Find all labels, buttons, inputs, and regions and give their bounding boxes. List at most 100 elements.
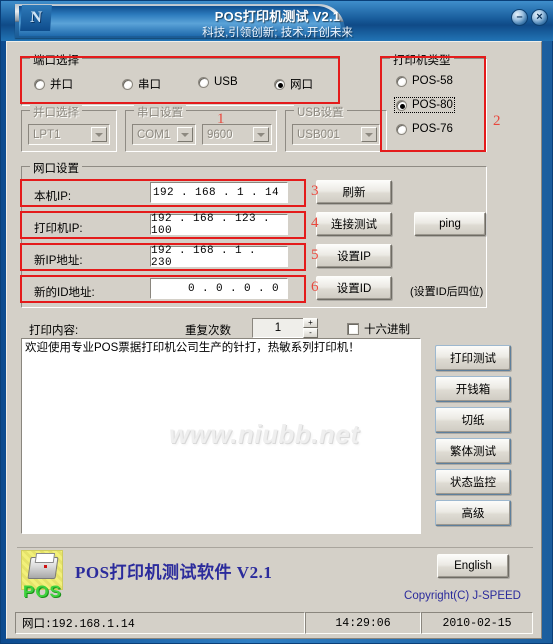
- serial-port-value: COM1: [137, 128, 171, 141]
- copyright-text: Copyright(C) J-SPEED: [404, 590, 521, 602]
- print-content-text: 欢迎使用专业POS票据打印机公司生产的针打，热敏系列打印机！: [25, 342, 360, 354]
- parallel-port-value: LPT1: [33, 128, 61, 141]
- advanced-button[interactable]: 高级: [435, 500, 511, 526]
- usb-group: USB设置 USB001: [285, 104, 387, 152]
- parallel-port-group: 并口选择 LPT1: [21, 104, 117, 152]
- serial-port-group: 串口设置 COM1 9600: [125, 104, 277, 152]
- cut-paper-button[interactable]: 切纸: [435, 407, 511, 433]
- connection-test-button[interactable]: 连接测试: [316, 212, 392, 236]
- radio-icon: [396, 123, 407, 135]
- repeat-count-input[interactable]: 1: [252, 318, 304, 338]
- traditional-chinese-test-button[interactable]: 繁体测试: [435, 438, 511, 464]
- radio-label: POS-80: [412, 99, 453, 111]
- set-id-hint: (设置ID后四位): [410, 286, 484, 298]
- title-bar: N POS打印机测试 V2.1 科技,引领创新; 技术,开创未来 – ×: [1, 1, 553, 41]
- usb-select[interactable]: USB001: [292, 124, 380, 145]
- english-language-button[interactable]: English: [437, 554, 509, 578]
- usb-value: USB001: [297, 128, 340, 141]
- status-time: 14:29:06: [305, 612, 421, 634]
- hex-mode-checkbox[interactable]: 十六进制: [347, 321, 410, 337]
- refresh-button[interactable]: 刷新: [316, 180, 392, 204]
- serial-port-legend: 串口设置: [134, 104, 186, 120]
- radio-network-port[interactable]: 网口: [274, 76, 313, 92]
- hex-mode-label: 十六进制: [364, 324, 410, 336]
- radio-label: POS-76: [412, 123, 453, 135]
- status-connection: 网口:192.168.1.14: [15, 612, 305, 634]
- stepper-up-icon[interactable]: +: [303, 318, 318, 328]
- status-date: 2010-02-15: [421, 612, 533, 634]
- pos-logo-text: POS: [23, 582, 62, 601]
- window-frame: N POS打印机测试 V2.1 科技,引领创新; 技术,开创未来 – × 端口选…: [0, 0, 553, 644]
- window-title: POS打印机测试 V2.1: [214, 9, 341, 24]
- new-id-label: 新的ID地址:: [34, 287, 95, 299]
- ping-button[interactable]: ping: [414, 212, 486, 236]
- new-ip-value: 192 . 168 . 1 . 230: [151, 244, 257, 269]
- parallel-port-select[interactable]: LPT1: [28, 124, 110, 145]
- repeat-count-stepper[interactable]: + -: [303, 318, 318, 338]
- new-ip-label: 新IP地址:: [34, 255, 83, 267]
- radio-parallel-port[interactable]: 并口: [34, 76, 73, 92]
- local-ip-value: 192 . 168 . 1 . 14: [152, 186, 279, 199]
- serial-baud-value: 9600: [207, 128, 233, 141]
- window-subtitle: 科技,引领创新; 技术,开创未来: [202, 27, 353, 39]
- print-content-textarea[interactable]: 欢迎使用专业POS票据打印机公司生产的针打，热敏系列打印机！: [21, 338, 421, 534]
- printer-type-group: 打印机类型 POS-58 POS-80 POS-76: [381, 52, 487, 152]
- status-monitor-button[interactable]: 状态监控: [435, 469, 511, 495]
- local-ip-input[interactable]: 192 . 168 . 1 . 14: [150, 182, 288, 203]
- repeat-count-value: 1: [274, 322, 282, 334]
- stepper-down-icon[interactable]: -: [303, 328, 318, 338]
- printer-ip-label: 打印机IP:: [34, 223, 83, 235]
- radio-pos58[interactable]: POS-58: [396, 75, 453, 87]
- set-id-button[interactable]: 设置ID: [316, 276, 392, 300]
- serial-port-select[interactable]: COM1: [132, 124, 196, 145]
- set-ip-button[interactable]: 设置IP: [316, 244, 392, 268]
- radio-serial-port[interactable]: 串口: [122, 76, 161, 92]
- print-content-label: 打印内容:: [29, 325, 79, 337]
- radio-icon: [396, 99, 407, 111]
- local-ip-label: 本机IP:: [34, 191, 72, 203]
- radio-label: USB: [214, 76, 238, 88]
- printer-led-icon: [44, 565, 47, 568]
- chevron-down-icon[interactable]: [361, 127, 377, 142]
- chevron-down-icon[interactable]: [91, 127, 107, 142]
- brand-title: POS打印机测试软件 V2.1: [75, 563, 273, 582]
- open-cash-drawer-button[interactable]: 开钱箱: [435, 376, 511, 402]
- status-bar: 网口:192.168.1.14 14:29:06 2010-02-15: [15, 612, 533, 634]
- chevron-down-icon[interactable]: [177, 127, 193, 142]
- radio-label: 并口: [50, 79, 73, 91]
- radio-icon: [274, 78, 285, 90]
- checkbox-icon: [347, 323, 359, 335]
- radio-label: 网口: [290, 79, 313, 91]
- radio-icon: [122, 78, 133, 90]
- radio-pos80[interactable]: POS-80: [394, 97, 455, 113]
- footer-divider: [17, 547, 533, 548]
- port-selection-group: 端口选择 并口 串口 USB 网口: [21, 52, 339, 106]
- parallel-port-legend: 并口选择: [30, 104, 82, 120]
- radio-icon: [34, 78, 45, 90]
- minimize-icon[interactable]: –: [511, 9, 528, 26]
- printer-ip-value: 192 . 168 . 123 . 100: [151, 212, 271, 237]
- printer-ip-input[interactable]: 192 . 168 . 123 . 100: [150, 212, 288, 237]
- network-settings-group: 网口设置 本机IP: 192 . 168 . 1 . 14 打印机IP: 192…: [21, 160, 487, 308]
- new-ip-input[interactable]: 192 . 168 . 1 . 230: [150, 244, 288, 269]
- usb-legend: USB设置: [294, 104, 347, 120]
- radio-usb-port[interactable]: USB: [198, 76, 238, 88]
- network-settings-legend: 网口设置: [30, 160, 82, 176]
- new-id-value: 0 . 0 . 0 . 0: [187, 282, 279, 295]
- radio-pos76[interactable]: POS-76: [396, 123, 453, 135]
- printer-icon: [27, 557, 59, 579]
- radio-icon: [198, 76, 209, 88]
- port-selection-legend: 端口选择: [30, 52, 82, 68]
- window-controls: – ×: [511, 9, 548, 26]
- printer-type-legend: 打印机类型: [390, 52, 454, 68]
- serial-baud-select[interactable]: 9600: [202, 124, 272, 145]
- radio-label: 串口: [138, 79, 161, 91]
- print-test-button[interactable]: 打印测试: [435, 345, 511, 371]
- radio-label: POS-58: [412, 75, 453, 87]
- chevron-down-icon[interactable]: [253, 127, 269, 142]
- new-id-input[interactable]: 0 . 0 . 0 . 0: [150, 278, 288, 299]
- close-icon[interactable]: ×: [531, 9, 548, 26]
- client-area: 端口选择 并口 串口 USB 网口 打印机类型 POS-58 POS-80 PO…: [6, 41, 542, 639]
- application-window: N POS打印机测试 V2.1 科技,引领创新; 技术,开创未来 – × 端口选…: [0, 0, 553, 644]
- radio-icon: [396, 75, 407, 87]
